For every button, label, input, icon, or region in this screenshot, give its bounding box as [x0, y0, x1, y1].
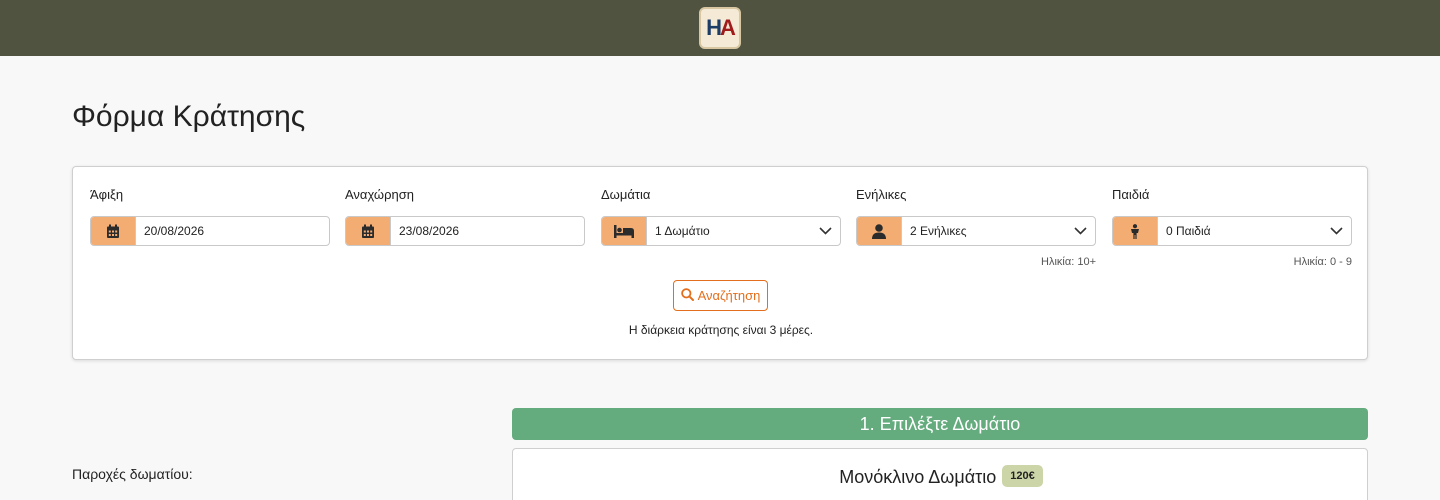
search-button[interactable]: Αναζήτηση [673, 280, 768, 311]
adults-age-hint: Ηλικία: 10+ [1041, 256, 1096, 268]
step-select-room-header: 1. Επιλέξτε Δωμάτιο [512, 408, 1368, 440]
departure-date-input[interactable]: 23/08/2026 [345, 216, 585, 246]
room-title-row: Μονόκλινο Δωμάτιο 120€ [513, 465, 1369, 489]
departure-field: Αναχώρηση 23/08/2026 [345, 187, 585, 246]
page-title: Φόρμα Κράτησης [72, 100, 306, 133]
top-navbar: HA [0, 0, 1440, 56]
search-button-label: Αναζήτηση [697, 288, 761, 303]
child-icon [1113, 217, 1158, 245]
children-field: Παιδιά 0 Παιδιά Ηλικία: 0 - 9 [1112, 187, 1352, 268]
rooms-field: Δωμάτια 1 Δωμάτιο [601, 187, 841, 246]
calendar-icon[interactable] [91, 217, 136, 245]
children-label: Παιδιά [1112, 187, 1150, 202]
logo-letter-h: H [706, 15, 722, 40]
arrival-field: Άφιξη 20/08/2026 [90, 187, 330, 246]
search-icon [680, 287, 694, 304]
bed-icon [602, 217, 647, 245]
room-amenities-label: Παροχές δωματίου: [72, 466, 193, 482]
rooms-label: Δωμάτια [601, 187, 651, 202]
arrival-date-input[interactable]: 20/08/2026 [90, 216, 330, 246]
logo-letter-a: A [720, 15, 736, 40]
chevron-down-icon[interactable] [810, 217, 840, 245]
departure-label: Αναχώρηση [345, 187, 414, 202]
children-age-hint: Ηλικία: 0 - 9 [1293, 256, 1352, 268]
children-value[interactable]: 0 Παιδιά [1158, 217, 1321, 245]
adults-field: Ενήλικες 2 Ενήλικες Ηλικία: 10+ [856, 187, 1096, 268]
booking-duration-text: Η διάρκεια κράτησης είναι 3 μέρες. [628, 323, 814, 337]
children-select[interactable]: 0 Παιδιά [1112, 216, 1352, 246]
chevron-down-icon[interactable] [1065, 217, 1095, 245]
arrival-label: Άφιξη [90, 187, 124, 202]
price-badge: 120€ [1002, 465, 1043, 488]
adults-select[interactable]: 2 Ενήλικες [856, 216, 1096, 246]
departure-date-value[interactable]: 23/08/2026 [391, 217, 584, 245]
booking-form-card: Άφιξη 20/08/2026 Αναχώρηση 23/08/2026 Δω… [72, 166, 1368, 360]
rooms-select[interactable]: 1 Δωμάτιο [601, 216, 841, 246]
room-name: Μονόκλινο Δωμάτιο [839, 467, 997, 487]
room-card: Μονόκλινο Δωμάτιο 120€ [512, 448, 1368, 500]
calendar-icon[interactable] [346, 217, 391, 245]
adults-label: Ενήλικες [856, 187, 907, 202]
chevron-down-icon[interactable] [1321, 217, 1351, 245]
hotel-logo[interactable]: HA [699, 7, 741, 49]
rooms-value[interactable]: 1 Δωμάτιο [647, 217, 810, 245]
user-icon [857, 217, 902, 245]
arrival-date-value[interactable]: 20/08/2026 [136, 217, 329, 245]
adults-value[interactable]: 2 Ενήλικες [902, 217, 1065, 245]
